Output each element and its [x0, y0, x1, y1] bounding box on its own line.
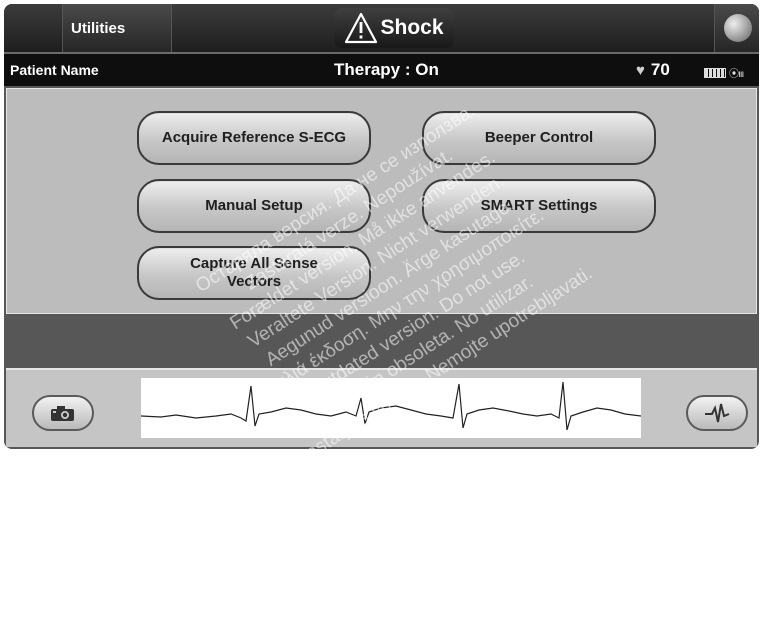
snapshot-button[interactable] — [32, 395, 94, 431]
heart-rate-value: 70 — [650, 60, 670, 79]
panel-spacer — [4, 314, 759, 366]
therapy-status: Therapy : On — [334, 60, 439, 79]
top-bar: Utilities Shock — [4, 4, 759, 54]
battery-icon — [704, 67, 726, 78]
programmer-wand-icon — [723, 14, 752, 42]
manual-setup-button[interactable]: Manual Setup — [137, 179, 371, 233]
manual-setup-label: Manual Setup — [205, 197, 303, 214]
warning-triangle-icon — [345, 12, 378, 44]
status-bar: Patient Name Therapy : On ♥ 70 ⦿ııı — [4, 54, 759, 86]
smart-settings-button[interactable]: SMART Settings — [422, 179, 656, 233]
ecg-trace-icon — [705, 403, 730, 423]
shock-button[interactable]: Shock — [334, 8, 454, 48]
capture-label-line2: Vectors — [226, 273, 282, 290]
heart-icon: ♥ — [636, 61, 645, 79]
ecg-display-button[interactable] — [686, 395, 748, 431]
acquire-reference-secg-button[interactable]: Acquire Reference S-ECG — [137, 111, 371, 165]
ecg-display — [140, 378, 642, 438]
heart-rate-display: ♥ 70 — [636, 60, 670, 80]
utilities-menu-panel: Acquire Reference S-ECG Beeper Control M… — [6, 88, 757, 314]
beeper-control-button[interactable]: Beeper Control — [422, 111, 656, 165]
utilities-button[interactable]: Utilities — [62, 4, 172, 52]
telemetry-signal-icon: ⦿ııı — [729, 69, 744, 80]
patient-name: Patient Name — [10, 62, 99, 78]
device-screen: Utilities Shock Patient Name Therapy : O… — [4, 4, 759, 449]
ecg-strip-bar — [6, 368, 757, 447]
camera-icon — [51, 406, 74, 421]
shock-label: Shock — [380, 16, 444, 39]
acquire-reference-secg-label: Acquire Reference S-ECG — [161, 129, 347, 146]
utilities-label: Utilities — [71, 19, 126, 37]
smart-settings-label: SMART Settings — [480, 197, 598, 214]
capture-all-sense-vectors-button[interactable]: Capture All Sense Vectors — [137, 246, 371, 300]
ecg-trace-icon — [140, 381, 642, 431]
beeper-control-label: Beeper Control — [484, 129, 594, 146]
programmer-wand-button[interactable] — [714, 4, 759, 52]
battery-telemetry-status: ⦿ııı — [704, 65, 744, 80]
capture-label-line1: Capture All Sense — [190, 255, 318, 272]
